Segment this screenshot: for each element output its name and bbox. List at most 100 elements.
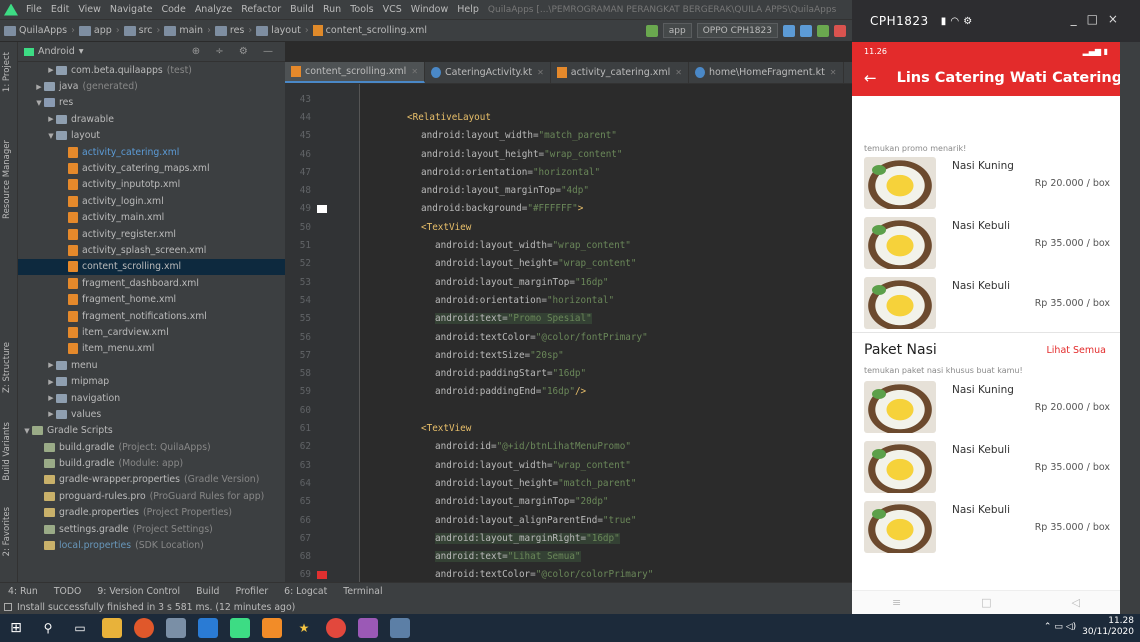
expand-arrow-icon[interactable]: ▼ xyxy=(34,99,44,107)
menu-view[interactable]: View xyxy=(78,4,101,15)
file-explorer-icon[interactable] xyxy=(102,618,122,638)
project-tool-tab[interactable]: 1: Project xyxy=(2,52,12,92)
code-editor[interactable]: 43 44 <RelativeLayout 45 android:layout_widt… xyxy=(285,84,852,582)
app-window-icon[interactable] xyxy=(358,618,378,638)
close-tab-icon[interactable]: ✕ xyxy=(411,67,418,76)
clock[interactable]: 11.28 30/11/2020 xyxy=(1082,616,1134,638)
project-view-select[interactable]: Android xyxy=(38,46,75,57)
star-app-icon[interactable]: ★ xyxy=(294,618,314,638)
tree-item[interactable]: ▶ com.beta.quilaapps (test) xyxy=(18,62,285,78)
window-controls-icon[interactable]: _□× xyxy=(1071,12,1128,26)
tree-item[interactable]: activity_login.xml xyxy=(18,193,285,209)
menu-file[interactable]: File xyxy=(26,4,42,15)
tree-item[interactable]: content_scrolling.xml xyxy=(18,258,285,276)
tree-item[interactable]: fragment_dashboard.xml xyxy=(18,275,285,291)
expand-arrow-icon[interactable]: ▶ xyxy=(46,410,56,418)
menu-vcs[interactable]: VCS xyxy=(383,4,402,15)
bottom-tool-tab[interactable]: 9: Version Control xyxy=(97,586,180,597)
tree-item[interactable]: ▶ java (generated) xyxy=(18,78,285,94)
apply-changes-icon[interactable] xyxy=(800,24,812,37)
breadcrumb-item[interactable]: main xyxy=(179,25,203,36)
browser-icon[interactable] xyxy=(134,618,154,638)
tree-item[interactable]: build.gradle (Module: app) xyxy=(18,455,285,471)
tree-item[interactable]: settings.gradle (Project Settings) xyxy=(18,521,285,537)
back-icon[interactable]: ◁ xyxy=(1072,596,1080,609)
tree-item[interactable]: ▼ Gradle Scripts xyxy=(18,423,285,439)
tree-item[interactable]: ▶ drawable xyxy=(18,111,285,127)
panel-tools-icon[interactable]: ⊕ ÷ ⚙ — xyxy=(192,46,279,57)
tree-item[interactable]: activity_main.xml xyxy=(18,210,285,226)
breadcrumb-item[interactable]: app xyxy=(94,25,112,36)
menu-item-card[interactable]: Nasi Kebuli Rp 35.000 / box xyxy=(864,498,1110,556)
breadcrumb-item[interactable]: content_scrolling.xml xyxy=(326,25,427,36)
breadcrumb-item[interactable]: res xyxy=(230,25,245,36)
menu-analyze[interactable]: Analyze xyxy=(195,4,232,15)
tree-item[interactable]: ▼ layout xyxy=(18,128,285,144)
resource-manager-tool-tab[interactable]: Resource Manager xyxy=(2,140,12,219)
editor-tab[interactable]: activity_catering.xml ✕ xyxy=(551,62,689,83)
tree-item[interactable]: activity_catering.xml xyxy=(18,144,285,160)
expand-arrow-icon[interactable]: ▶ xyxy=(34,83,44,91)
tree-item[interactable]: activity_splash_screen.xml xyxy=(18,242,285,258)
tree-item[interactable]: proguard-rules.pro (ProGuard Rules for ap… xyxy=(18,488,285,504)
tree-item[interactable]: gradle-wrapper.properties (Gradle Version… xyxy=(18,472,285,488)
tree-item[interactable]: gradle.properties (Project Properties) xyxy=(18,505,285,521)
menu-tools[interactable]: Tools xyxy=(350,4,373,15)
tree-item[interactable]: fragment_notifications.xml xyxy=(18,308,285,324)
task-view-icon[interactable]: ▭ xyxy=(70,618,90,638)
breadcrumb-item[interactable]: QuilaApps xyxy=(19,25,67,36)
run-config-select[interactable]: app xyxy=(662,23,692,38)
menu-refactor[interactable]: Refactor xyxy=(241,4,281,15)
tree-item[interactable]: item_cardview.xml xyxy=(18,324,285,340)
bottom-tool-tab[interactable]: 4: Run xyxy=(8,586,38,597)
close-tab-icon[interactable]: ✕ xyxy=(537,68,544,77)
sublime-icon[interactable] xyxy=(262,618,282,638)
menu-navigate[interactable]: Navigate xyxy=(110,4,153,15)
bottom-tool-tab[interactable]: 6: Logcat xyxy=(284,586,327,597)
bottom-tool-tab[interactable]: Terminal xyxy=(343,586,382,597)
home-icon[interactable]: □ xyxy=(981,596,991,609)
app-icon[interactable] xyxy=(166,618,186,638)
expand-arrow-icon[interactable]: ▼ xyxy=(22,427,32,435)
tree-item[interactable]: activity_inputotp.xml xyxy=(18,177,285,193)
editor-tab[interactable]: content_scrolling.xml ✕ xyxy=(285,62,426,83)
expand-arrow-icon[interactable]: ▶ xyxy=(46,66,56,74)
tray-icons[interactable]: ⌃ ▭ ◁) xyxy=(1044,622,1076,632)
back-arrow-icon[interactable]: ← xyxy=(864,69,877,87)
bottom-tool-tab[interactable]: TODO xyxy=(54,586,81,597)
expand-arrow-icon[interactable]: ▶ xyxy=(46,115,56,123)
expand-arrow-icon[interactable]: ▼ xyxy=(46,132,56,140)
menu-window[interactable]: Window xyxy=(411,4,448,15)
expand-arrow-icon[interactable]: ▶ xyxy=(46,394,56,402)
menu-build[interactable]: Build xyxy=(290,4,314,15)
tree-item[interactable]: ▶ navigation xyxy=(18,390,285,406)
dropdown-arrow-icon[interactable]: ▾ xyxy=(79,46,84,57)
close-tab-icon[interactable]: ✕ xyxy=(675,68,682,77)
menu-help[interactable]: Help xyxy=(457,4,479,15)
menu-edit[interactable]: Edit xyxy=(51,4,69,15)
android-studio-icon[interactable] xyxy=(230,618,250,638)
expand-arrow-icon[interactable]: ▶ xyxy=(46,378,56,386)
tree-item[interactable]: ▼ res xyxy=(18,95,285,111)
tree-item[interactable]: local.properties (SDK Location) xyxy=(18,537,285,553)
bottom-tool-tab[interactable]: Profiler xyxy=(235,586,268,597)
build-variants-tool-tab[interactable]: Build Variants xyxy=(2,422,12,481)
editor-tab[interactable]: home\HomeFragment.kt ✕ xyxy=(689,62,844,83)
vscode-icon[interactable] xyxy=(198,618,218,638)
hammer-icon[interactable] xyxy=(645,24,658,37)
tree-item[interactable]: activity_catering_maps.xml xyxy=(18,160,285,176)
breadcrumb-item[interactable]: layout xyxy=(271,25,301,36)
stop-icon[interactable] xyxy=(834,24,846,37)
see-all-link[interactable]: Lihat Semua xyxy=(1047,345,1107,356)
favorites-tool-tab[interactable]: 2: Favorites xyxy=(2,507,12,556)
debug-icon[interactable] xyxy=(817,24,829,37)
tree-item[interactable]: item_menu.xml xyxy=(18,341,285,357)
menu-run[interactable]: Run xyxy=(323,4,341,15)
menu-item-card[interactable]: Nasi Kebuli Rp 35.000 / box xyxy=(864,438,1110,496)
chrome-icon[interactable] xyxy=(326,618,346,638)
menu-item-card[interactable]: Nasi Kuning Rp 20.000 / box xyxy=(864,378,1110,436)
bottom-tool-tab[interactable]: Build xyxy=(196,586,219,597)
menu-item-card[interactable]: Nasi Kebuli Rp 35.000 / box xyxy=(864,274,1110,332)
menu-code[interactable]: Code xyxy=(161,4,185,15)
rerun-icon[interactable] xyxy=(783,24,795,37)
